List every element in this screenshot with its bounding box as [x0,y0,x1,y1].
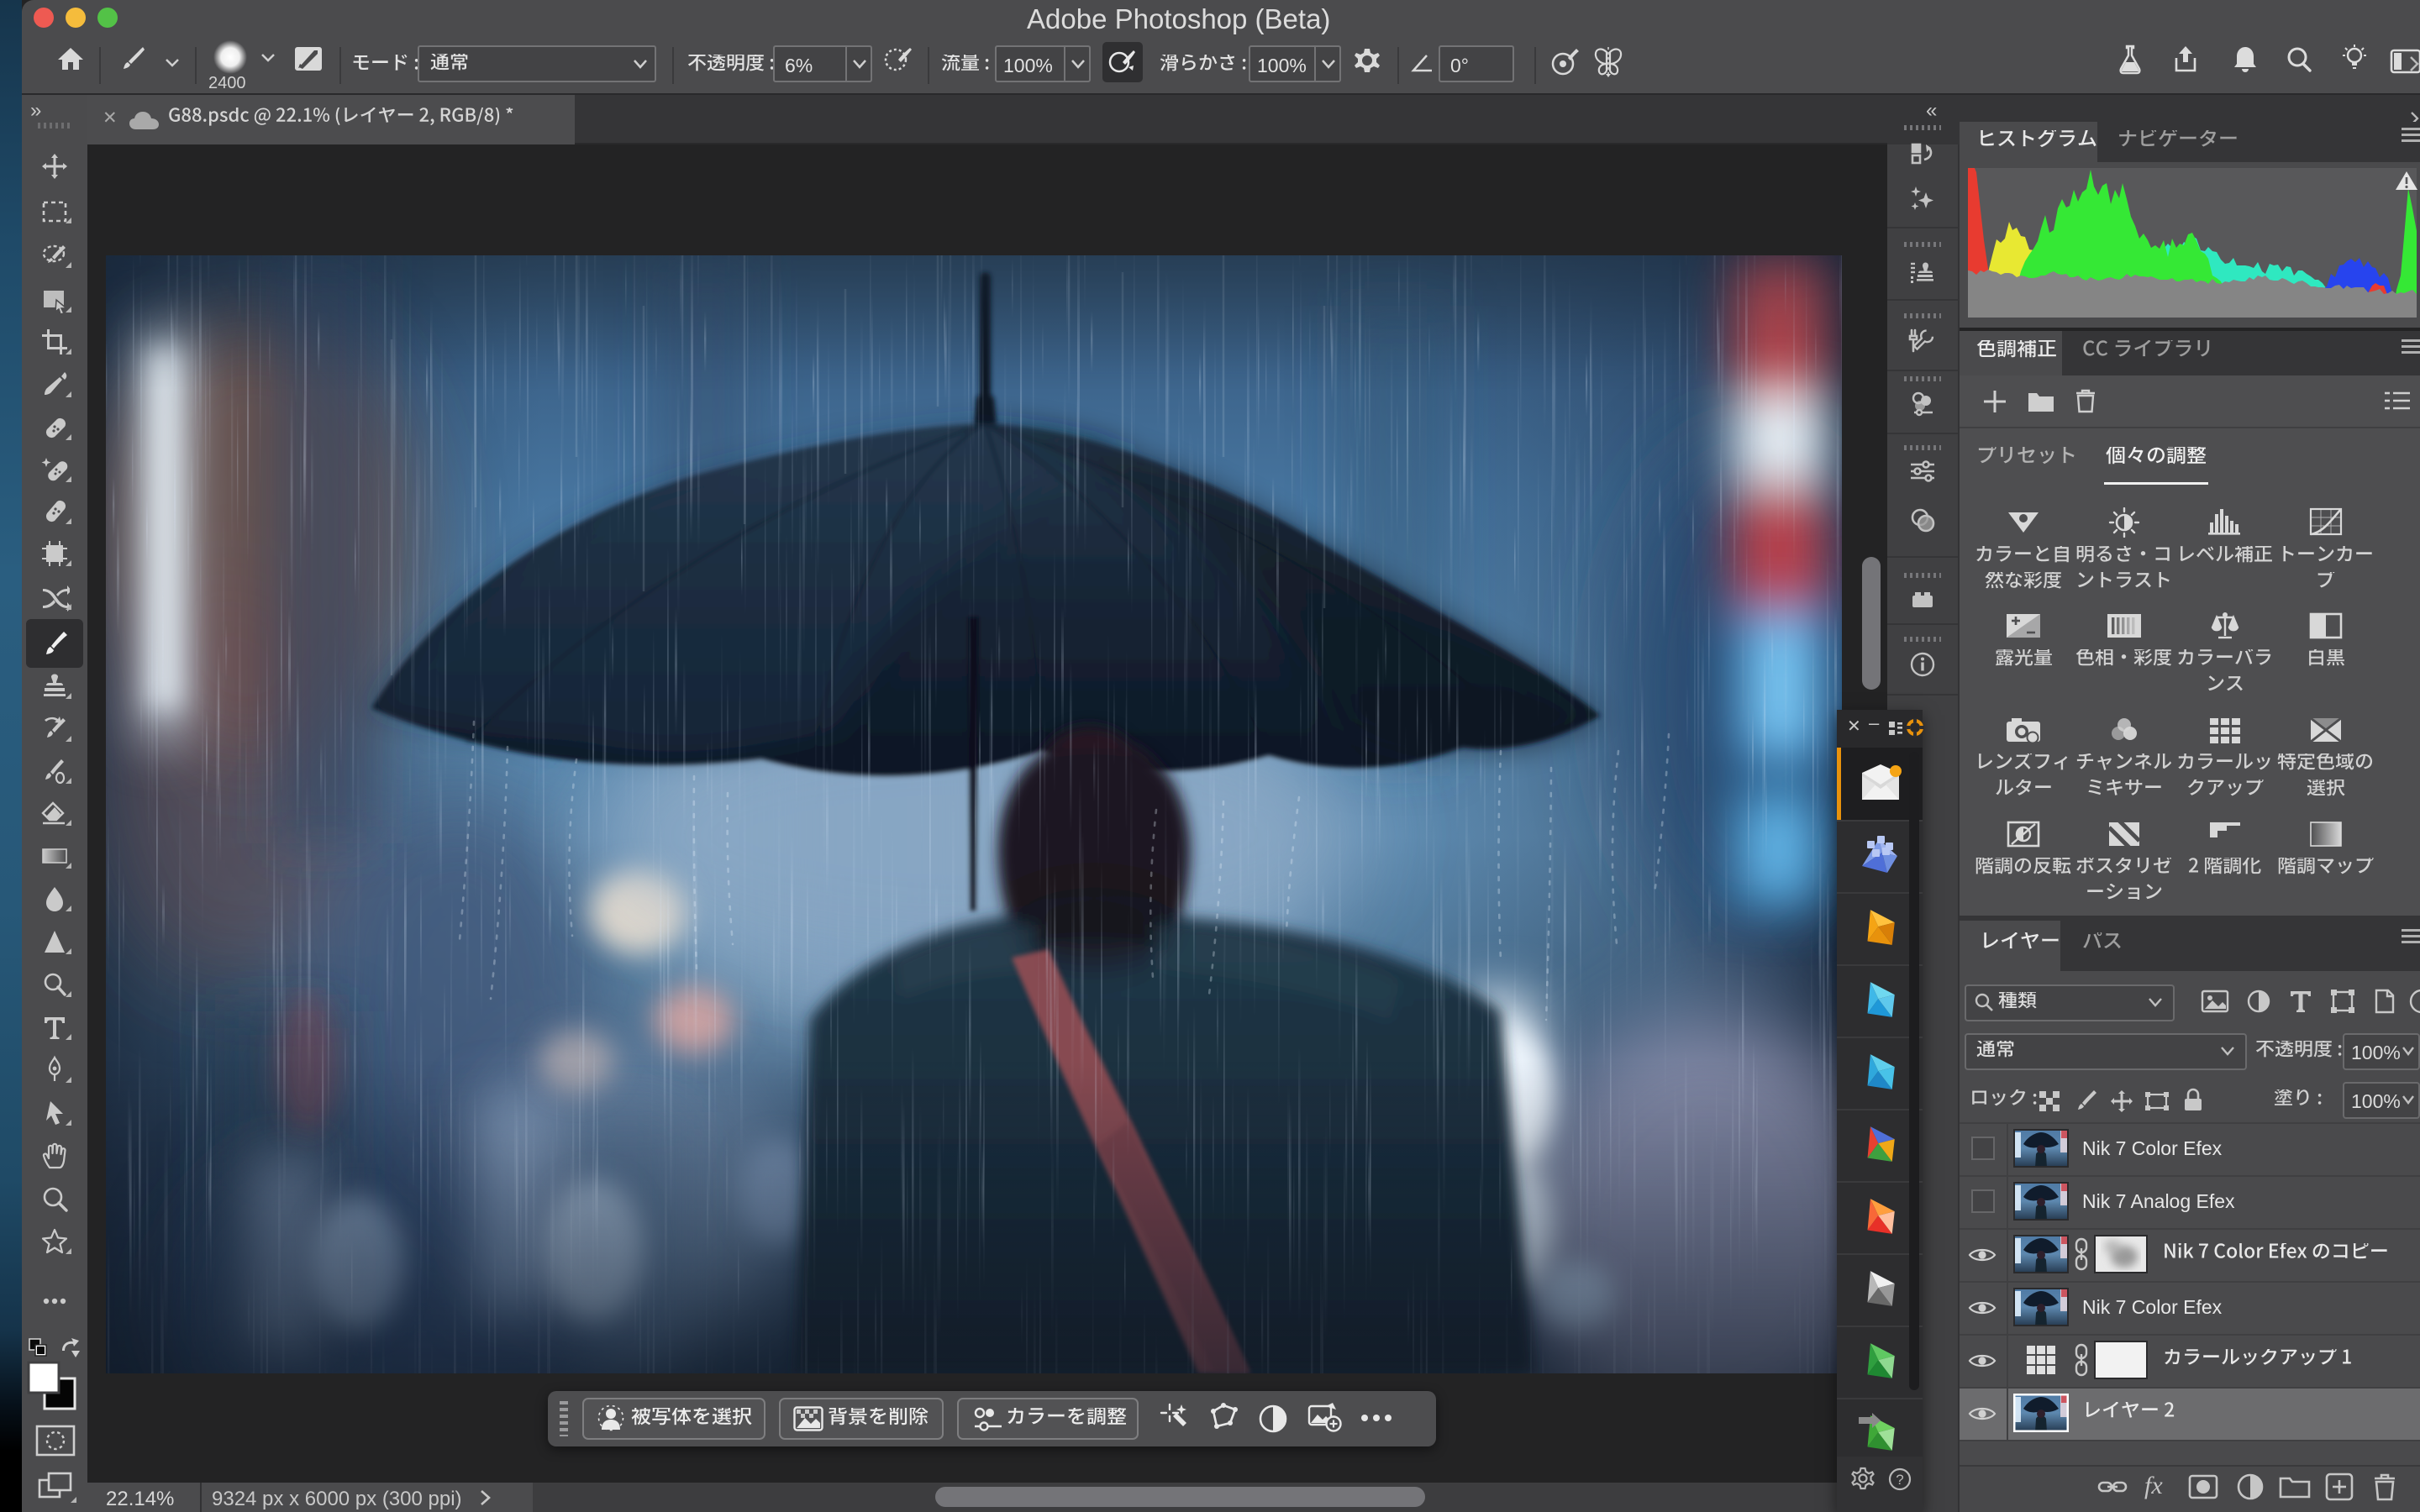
svg-text:?: ? [1896,1472,1903,1488]
